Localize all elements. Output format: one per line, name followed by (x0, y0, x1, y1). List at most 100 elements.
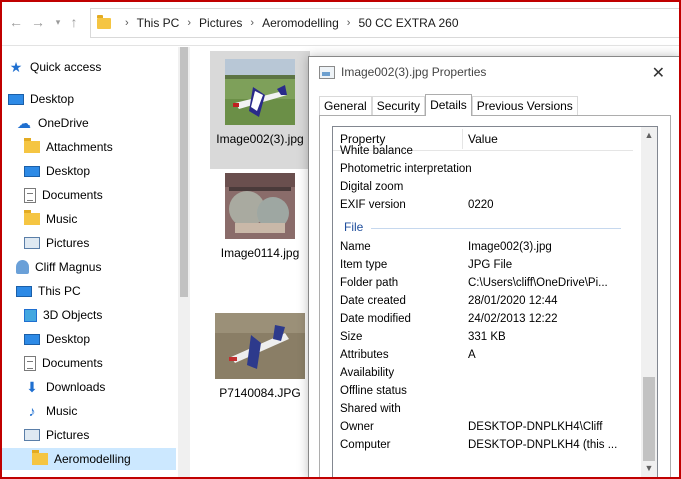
computer-icon (16, 285, 32, 297)
property-name: Owner (340, 421, 374, 433)
list-row[interactable]: White balance (340, 145, 630, 155)
file-item[interactable]: Image0114.jpg (210, 169, 310, 287)
forward-arrow-icon[interactable]: → (30, 12, 46, 32)
property-name: Folder path (340, 277, 399, 289)
back-arrow-icon[interactable]: ← (8, 12, 24, 32)
chevron-right-icon[interactable]: › (125, 17, 129, 29)
scrollbar-thumb[interactable] (180, 47, 188, 297)
list-row[interactable]: Folder path C:\Users\cliff\OneDrive\Pi..… (340, 275, 630, 293)
property-value: 24/02/2013 12:22 (468, 313, 558, 325)
property-value: Image002(3).jpg (468, 241, 552, 253)
column-header-value[interactable]: Value (468, 132, 498, 146)
up-arrow-icon[interactable]: ↑ (66, 12, 82, 32)
list-row[interactable]: Size 331 KB (340, 329, 630, 347)
list-row[interactable]: EXIF version 0220 (340, 197, 630, 215)
airplane-thumbnail (225, 59, 295, 125)
tab-general[interactable]: General (319, 96, 372, 116)
chevron-right-icon[interactable]: › (187, 17, 191, 29)
sidebar-item-downloads[interactable]: ⬇ Downloads (24, 376, 105, 398)
list-row[interactable]: Shared with (340, 401, 630, 419)
document-icon (24, 187, 36, 203)
sidebar-item-onedrive-pictures[interactable]: Pictures (24, 232, 89, 254)
tab-previous-versions[interactable]: Previous Versions (471, 96, 578, 116)
breadcrumb-current-folder[interactable]: 50 CC EXTRA 260 (358, 16, 458, 30)
scroll-down-icon[interactable]: ▼ (641, 460, 657, 476)
list-row[interactable]: Digital zoom (340, 179, 630, 197)
sidebar-item-attachments[interactable]: Attachments (24, 136, 113, 158)
list-row[interactable]: Photometric interpretation (340, 161, 630, 179)
details-panel: Property Value White balance Photometric… (319, 115, 671, 479)
scroll-up-icon[interactable]: ▲ (641, 127, 657, 143)
property-value: 331 KB (468, 331, 506, 343)
desktop-icon (24, 333, 40, 345)
pictures-icon (24, 429, 40, 441)
list-row[interactable]: Item type JPG File (340, 257, 630, 275)
chevron-right-icon[interactable]: › (250, 17, 254, 29)
column-header-property[interactable]: Property (340, 132, 385, 146)
sidebar-item-onedrive-music[interactable]: Music (24, 208, 77, 230)
sidebar-item-label: Music (46, 212, 78, 226)
sidebar-item-quick-access[interactable]: ★ Quick access (8, 56, 102, 78)
property-name: Name (340, 241, 371, 253)
breadcrumb-this-pc[interactable]: This PC (137, 16, 180, 30)
desktop-icon (8, 93, 24, 105)
list-row[interactable]: Date modified 24/02/2013 12:22 (340, 311, 630, 329)
sidebar-item-onedrive-documents[interactable]: Documents (24, 184, 103, 206)
address-bar[interactable]: › This PC › Pictures › Aeromodelling › 5… (90, 8, 680, 38)
list-row[interactable]: Availability (340, 365, 630, 383)
file-item[interactable]: Image002(3).jpg (210, 51, 310, 169)
navigation-pane: ★ Quick access Desktop ☁ OneDrive Attach… (0, 47, 178, 479)
sidebar-item-aeromodelling[interactable]: Aeromodelling (0, 448, 176, 470)
tab-security[interactable]: Security (371, 96, 426, 116)
sidebar-item-label: This PC (38, 284, 81, 298)
sidebar-item-pc-pictures[interactable]: Pictures (24, 424, 89, 446)
file-name: Image0114.jpg (220, 246, 300, 260)
file-item[interactable]: P7140084.JPG (210, 309, 310, 409)
document-icon (24, 355, 36, 371)
list-row[interactable]: Computer DESKTOP-DNPLKH4 (this ... (340, 437, 630, 455)
property-value: JPG File (468, 259, 513, 271)
properties-dialog: Image002(3).jpg Properties ✕ General Sec… (308, 56, 680, 479)
list-row[interactable]: Attributes A (340, 347, 630, 365)
property-name: Shared with (340, 403, 401, 415)
sidebar-item-label: 3D Objects (43, 308, 103, 322)
sidebar-item-label: Desktop (46, 332, 91, 346)
sidebar-item-user[interactable]: Cliff Magnus (16, 256, 101, 278)
sidebar-item-desktop[interactable]: Desktop (8, 88, 74, 110)
property-name: EXIF version (340, 199, 406, 211)
folder-icon (32, 450, 48, 465)
breadcrumb-pictures[interactable]: Pictures (199, 16, 242, 30)
list-row[interactable]: Name Image002(3).jpg (340, 239, 630, 257)
chevron-down-icon[interactable]: ▾ (50, 12, 66, 32)
star-icon: ★ (9, 59, 23, 75)
sidebar-item-3d-objects[interactable]: 3D Objects (24, 304, 102, 326)
sidebar-scrollbar[interactable] (178, 47, 190, 479)
sidebar-item-pc-desktop[interactable]: Desktop (24, 328, 90, 350)
scrollbar-thumb[interactable] (643, 377, 655, 461)
sidebar-item-pc-music[interactable]: ♪ Music (24, 400, 78, 422)
chevron-right-icon[interactable]: › (347, 17, 351, 29)
dialog-title: Image002(3).jpg Properties (341, 65, 487, 79)
close-icon[interactable]: ✕ (652, 63, 665, 83)
list-row[interactable]: Owner DESKTOP-DNPLKH4\Cliff (340, 419, 630, 437)
folder-icon (24, 210, 40, 225)
user-icon (16, 260, 29, 274)
section-header-file: File (344, 220, 364, 234)
list-row[interactable]: Offline status (340, 383, 630, 401)
tab-details[interactable]: Details (425, 94, 472, 116)
dialog-title-bar[interactable]: Image002(3).jpg Properties (309, 57, 679, 87)
sidebar-item-this-pc[interactable]: This PC (16, 280, 81, 302)
folder-icon (97, 14, 111, 29)
sidebar-item-label: Desktop (46, 164, 91, 178)
details-list[interactable]: Property Value White balance Photometric… (332, 126, 658, 479)
sidebar-item-label: Attachments (46, 140, 113, 154)
details-scrollbar[interactable]: ▲ ▼ (641, 127, 657, 479)
sidebar-item-pc-documents[interactable]: Documents (24, 352, 103, 374)
sidebar-item-label: Documents (42, 188, 103, 202)
sidebar-item-onedrive-desktop[interactable]: Desktop (24, 160, 90, 182)
property-name: Item type (340, 259, 388, 271)
breadcrumb-aeromodelling[interactable]: Aeromodelling (262, 16, 339, 30)
list-row[interactable]: Date created 28/01/2020 12:44 (340, 293, 630, 311)
sidebar-item-onedrive[interactable]: ☁ OneDrive (16, 112, 89, 134)
3d-objects-icon (24, 308, 37, 322)
